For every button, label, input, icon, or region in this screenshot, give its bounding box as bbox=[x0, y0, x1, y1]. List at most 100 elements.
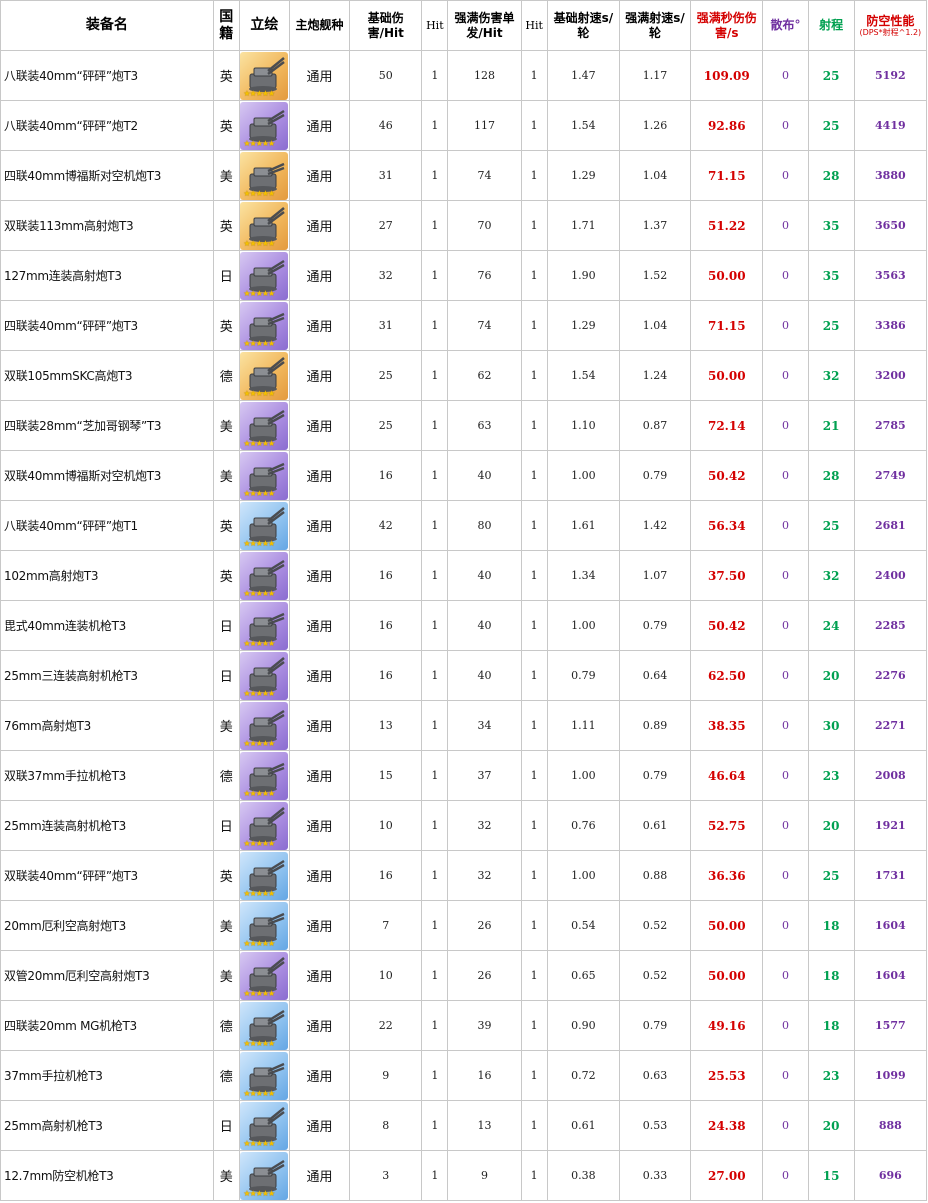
header-dps: 强满秒伤伤害/s bbox=[690, 0, 764, 51]
hit-cell: 1 bbox=[520, 50, 548, 101]
spread-cell: 0 bbox=[762, 750, 809, 801]
max-rof-cell: 0.88 bbox=[618, 850, 692, 901]
max-rof-cell: 0.87 bbox=[618, 400, 692, 451]
base-rof-cell: 0.79 bbox=[546, 650, 620, 701]
base-damage-cell: 50 bbox=[349, 50, 423, 101]
ship-type-cell: 通用 bbox=[288, 600, 351, 651]
nation-cell: 英 bbox=[212, 850, 240, 901]
max-rof-cell: 0.63 bbox=[618, 1050, 692, 1101]
art-cell: ★★★★★ bbox=[238, 300, 290, 351]
hit-cell: 1 bbox=[520, 950, 548, 1001]
base-damage-cell: 16 bbox=[349, 650, 423, 701]
range-cell: 23 bbox=[807, 750, 855, 801]
hit-cell: 1 bbox=[421, 900, 449, 951]
max-rof-cell: 1.42 bbox=[618, 500, 692, 551]
quad-pompom-icon: ★★★★★ bbox=[240, 301, 289, 350]
hit-cell: 1 bbox=[520, 600, 548, 651]
range-cell: 25 bbox=[807, 850, 855, 901]
hit-cell: 1 bbox=[421, 500, 449, 551]
hit-cell: 1 bbox=[421, 600, 449, 651]
table-row: 20mm厄利空高射炮T3 美 ★★★★★ 通用 7 1 26 1 0.54 0.52 50.00 0 1… bbox=[0, 900, 928, 951]
hit-cell: 1 bbox=[421, 200, 449, 251]
ship-type-cell: 通用 bbox=[288, 300, 351, 351]
rarity-stars-icon: ★★★★★ bbox=[243, 1188, 275, 1198]
base-damage-cell: 31 bbox=[349, 150, 423, 201]
ship-type-cell: 通用 bbox=[288, 50, 351, 101]
header-hit-1: Hit bbox=[421, 0, 449, 51]
nation-cell: 美 bbox=[212, 950, 240, 1001]
max-rof-cell: 0.64 bbox=[618, 650, 692, 701]
base-rof-cell: 0.38 bbox=[546, 1150, 620, 1201]
hit-cell: 1 bbox=[520, 500, 548, 551]
ship-type-cell: 通用 bbox=[288, 850, 351, 901]
nation-cell: 美 bbox=[212, 450, 240, 501]
aa-performance-cell: 1731 bbox=[853, 850, 928, 901]
header-base-rof: 基础射速s/轮 bbox=[546, 0, 620, 51]
hit-cell: 1 bbox=[421, 1100, 449, 1151]
base-damage-cell: 46 bbox=[349, 100, 423, 151]
hit-cell: 1 bbox=[421, 1050, 449, 1101]
hit-cell: 1 bbox=[421, 400, 449, 451]
table-row: 毘式40mm连装机枪T3 日 ★★★★★ 通用 16 1 40 1 1.00 0.79 50.42 0… bbox=[0, 600, 928, 651]
art-cell: ★★★★★ bbox=[238, 650, 290, 701]
rarity-stars-icon: ★★★★★ bbox=[243, 288, 275, 298]
spread-cell: 0 bbox=[762, 900, 809, 951]
dps-cell: 92.86 bbox=[690, 100, 764, 151]
art-cell: ★★★★★ bbox=[238, 600, 290, 651]
max-damage-cell: 37 bbox=[447, 750, 522, 801]
spread-cell: 0 bbox=[762, 450, 809, 501]
hit-cell: 1 bbox=[421, 750, 449, 801]
twin-105mm-icon: ★★★★★ bbox=[240, 351, 289, 400]
header-row: 装备名 国籍 立绘 主炮舰种 基础伤害/Hit Hit 强满伤害单发/Hit H… bbox=[0, 0, 928, 51]
hit-cell: 1 bbox=[421, 850, 449, 901]
aa-performance-cell: 2749 bbox=[853, 450, 928, 501]
base-rof-cell: 0.61 bbox=[546, 1100, 620, 1151]
header-aa-formula: (DPS*射程^1.2) bbox=[859, 27, 922, 37]
header-max-damage: 强满伤害单发/Hit bbox=[447, 0, 522, 51]
rarity-stars-icon: ★★★★★ bbox=[243, 338, 275, 348]
max-rof-cell: 1.04 bbox=[618, 150, 692, 201]
ship-type-cell: 通用 bbox=[288, 1150, 351, 1201]
base-rof-cell: 1.29 bbox=[546, 300, 620, 351]
rarity-stars-icon: ★★★★★ bbox=[243, 238, 275, 248]
max-damage-cell: 76 bbox=[447, 250, 522, 301]
equipment-name: 12.7mm防空机枪T3 bbox=[0, 1150, 214, 1201]
max-damage-cell: 9 bbox=[447, 1150, 522, 1201]
hit-cell: 1 bbox=[520, 250, 548, 301]
hit-cell: 1 bbox=[520, 150, 548, 201]
37mm-mg-icon: ★★★★★ bbox=[240, 1051, 289, 1100]
max-damage-cell: 74 bbox=[447, 150, 522, 201]
aa-performance-cell: 1604 bbox=[853, 950, 928, 1001]
ship-type-cell: 通用 bbox=[288, 1050, 351, 1101]
twin-25mm-icon: ★★★★★ bbox=[240, 801, 289, 850]
max-damage-cell: 32 bbox=[447, 850, 522, 901]
hit-cell: 1 bbox=[421, 550, 449, 601]
max-rof-cell: 0.79 bbox=[618, 750, 692, 801]
equipment-name: 八联装40mm“砰砰”炮T2 bbox=[0, 100, 214, 151]
spread-cell: 0 bbox=[762, 300, 809, 351]
max-rof-cell: 0.79 bbox=[618, 1000, 692, 1051]
base-rof-cell: 0.54 bbox=[546, 900, 620, 951]
base-damage-cell: 16 bbox=[349, 600, 423, 651]
ship-type-cell: 通用 bbox=[288, 150, 351, 201]
nation-cell: 日 bbox=[212, 250, 240, 301]
hit-cell: 1 bbox=[421, 800, 449, 851]
max-damage-cell: 62 bbox=[447, 350, 522, 401]
table-row: 127mm连装高射炮T3 日 ★★★★★ 通用 32 1 76 1 1.90 1.52 50.00 0… bbox=[0, 250, 928, 301]
base-damage-cell: 25 bbox=[349, 400, 423, 451]
rarity-stars-icon: ★★★★★ bbox=[243, 838, 275, 848]
art-cell: ★★★★★ bbox=[238, 500, 290, 551]
equipment-name: 20mm厄利空高射炮T3 bbox=[0, 900, 214, 951]
spread-cell: 0 bbox=[762, 950, 809, 1001]
ship-type-cell: 通用 bbox=[288, 200, 351, 251]
nation-cell: 美 bbox=[212, 700, 240, 751]
table-row: 25mm三连装高射机枪T3 日 ★★★★★ 通用 16 1 40 1 0.79 0.64 62.50… bbox=[0, 650, 928, 701]
aa-performance-cell: 2400 bbox=[853, 550, 928, 601]
nation-cell: 英 bbox=[212, 550, 240, 601]
art-cell: ★★★★★ bbox=[238, 750, 290, 801]
art-cell: ★★★★★ bbox=[238, 100, 290, 151]
max-rof-cell: 1.37 bbox=[618, 200, 692, 251]
spread-cell: 0 bbox=[762, 800, 809, 851]
aa-equipment-table: 装备名 国籍 立绘 主炮舰种 基础伤害/Hit Hit 强满伤害单发/Hit H… bbox=[0, 0, 928, 1201]
table-row: 四联40mm博福斯对空机炮T3 美 ★★★★★ 通用 31 1 74 1 1.29 1.04 71.… bbox=[0, 150, 928, 201]
